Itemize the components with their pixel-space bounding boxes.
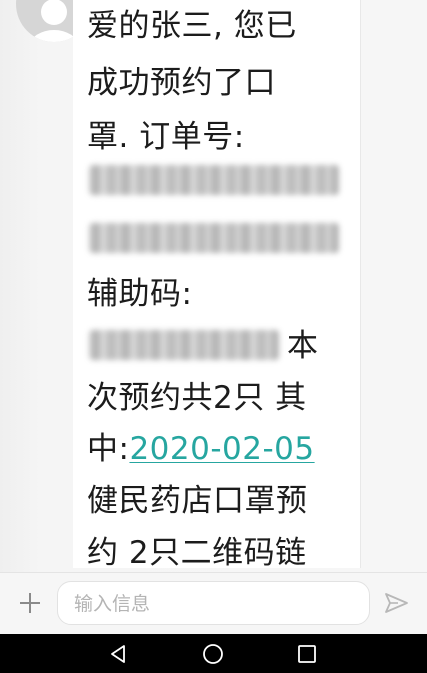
message-text: 中: [87, 431, 130, 467]
square-recents-icon [298, 645, 316, 663]
message-line: 成功预约了口 [87, 65, 276, 101]
message-line: 罩. 订单号: [87, 119, 245, 155]
back-button[interactable] [107, 642, 131, 666]
redacted-order-number [89, 165, 339, 195]
message-line: 约 2只二维码链 [87, 535, 307, 568]
message-line: 爱的张三, 您已 [87, 8, 297, 44]
send-button[interactable] [382, 589, 410, 617]
system-navigation-bar [0, 634, 427, 673]
redacted-auxiliary-code [89, 330, 279, 360]
message-line: 本 [287, 328, 319, 364]
redacted-order-number [89, 223, 339, 253]
triangle-back-icon [111, 645, 125, 663]
add-attachment-button[interactable] [14, 587, 46, 619]
recents-button[interactable] [295, 642, 319, 666]
home-button[interactable] [201, 642, 225, 666]
send-icon [385, 593, 408, 613]
message-line: 中:2020-02-05 [87, 429, 315, 469]
message-input-box[interactable] [57, 581, 370, 626]
message-input[interactable] [72, 582, 366, 626]
plus-icon [20, 593, 40, 613]
date-link[interactable]: 2020-02-05 [129, 431, 314, 467]
message-line: 健民药店口罩预 [87, 483, 308, 519]
message-line: 辅助码: [87, 276, 193, 312]
message-bubble[interactable]: 爱的张三, 您已 成功预约了口 罩. 订单号: 辅助码: 本 次预约共2只 其 … [73, 0, 361, 568]
messaging-screen: 爱的张三, 您已 成功预约了口 罩. 订单号: 辅助码: 本 次预约共2只 其 … [0, 0, 427, 673]
circle-home-icon [203, 644, 223, 664]
message-line: 次预约共2只 其 [87, 380, 307, 416]
message-composer [0, 572, 427, 635]
